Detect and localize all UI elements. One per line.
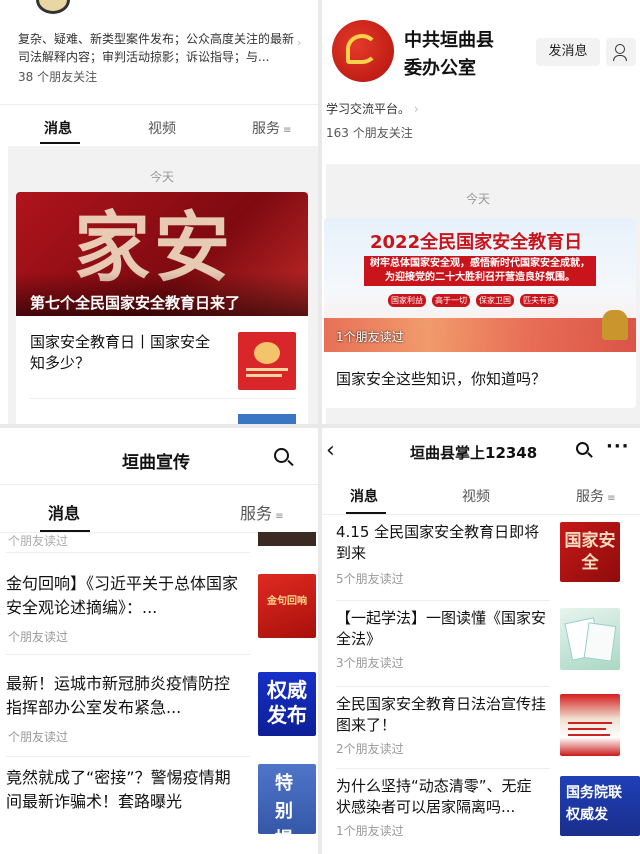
banner-image[interactable]: 家安 第七个全民国家安全教育日来了 <box>16 192 308 316</box>
emblem-icon <box>346 34 378 64</box>
poster-tags: 国家利益 高于一切 保家卫国 匹夫有责 <box>388 294 558 307</box>
menu-icon: ≡ <box>272 511 284 522</box>
article-thumbnail[interactable] <box>238 332 296 390</box>
date-label: 今天 <box>466 192 491 206</box>
next-thumbnail[interactable] <box>238 414 296 424</box>
list-item[interactable]: 全民国家安全教育日法治宣传挂图来了！ 2个朋友读过 <box>322 690 640 774</box>
article-thumbnail[interactable] <box>560 694 620 756</box>
article-thumbnail[interactable]: 国务院联权威发 <box>560 776 640 836</box>
read-count: 1个朋友读过 <box>336 824 404 838</box>
menu-icon: ≡ <box>604 493 616 504</box>
tab-service[interactable]: 服务 ≡ <box>252 118 292 138</box>
article-title[interactable]: 竟然就成了“密接”？警惕疫情期间最新诈骗术！套路曝光 <box>6 766 238 814</box>
article-thumbnail[interactable] <box>560 608 620 670</box>
read-count: 个朋友读过 <box>8 730 69 744</box>
poster-subtitle: 树牢总体国家安全观，感悟新时代国家安全成就，为迎接党的二十大胜利召开营造良好氛围… <box>364 256 596 286</box>
account-name-line2: 委办公室 <box>404 58 476 79</box>
chevron-right-icon[interactable]: › <box>297 36 301 49</box>
panel-court-account: 复杂、疑难、新类型案件发布；公众高度关注的最新司法解释内容；审判活动掠影；诉讼指… <box>0 0 318 424</box>
tab-service[interactable]: 服务 ≡ <box>576 486 616 506</box>
date-label: 今天 <box>150 170 175 184</box>
list-item[interactable]: 金句回响】《习近平关于总体国家安全观论述摘编》：... 个朋友读过 金句回响 <box>0 552 318 652</box>
follow-user-button[interactable] <box>606 38 636 66</box>
tab-video[interactable]: 视频 <box>462 486 490 506</box>
partial-read-count: 个朋友读过 <box>8 534 69 548</box>
search-icon[interactable] <box>574 440 594 460</box>
panel-yuanqu-publicity: 垣曲宣传 消息 服务 ≡ 个朋友读过 金句回响】《习近平关于总体国家安全观论述摘… <box>0 428 318 854</box>
follower-count: 163 个朋友关注 <box>326 126 413 140</box>
poster-title: 2022全民国家安全教育日 <box>370 232 583 253</box>
article-card[interactable]: 家安 第七个全民国家安全教育日来了 国家安全教育日丨国家安全知多少？ <box>16 192 308 424</box>
panel-legal-service: ‹ 垣曲县掌上12348 ··· 消息 视频 服务 ≡ 4.15 全民国家安全教… <box>322 428 640 854</box>
partial-thumbnail[interactable] <box>258 532 316 546</box>
page-title: 垣曲宣传 <box>122 453 190 473</box>
chevron-right-icon: › <box>410 102 419 116</box>
tab-service[interactable]: 服务 ≡ <box>240 500 284 524</box>
article-thumbnail[interactable]: 金句回响 <box>258 574 316 638</box>
banner-title: 第七个全民国家安全教育日来了 <box>30 294 241 312</box>
cartoon-icon <box>254 342 280 364</box>
list-item[interactable]: 4.15 全民国家安全教育日即将到来 5个朋友读过 国家安全 <box>322 518 640 598</box>
article-title[interactable]: 金句回响】《习近平关于总体国家安全观论述摘编》：... <box>6 572 238 620</box>
list-item[interactable]: 竟然就成了“密接”？警惕疫情期间最新诈骗术！套路曝光 特别提醒 <box>0 758 318 854</box>
article-title[interactable]: 国家安全教育日丨国家安全知多少？ <box>30 332 216 374</box>
account-avatar[interactable] <box>36 0 70 14</box>
article-title[interactable]: 全民国家安全教育日法治宣传挂图来了！ <box>336 694 546 736</box>
article-thumbnail[interactable]: 权威发布 <box>258 672 316 736</box>
back-arrow-icon[interactable]: ‹ <box>326 438 335 463</box>
menu-icon: ≡ <box>280 125 292 136</box>
tab-video[interactable]: 视频 <box>148 118 176 138</box>
search-icon[interactable] <box>272 446 294 468</box>
tab-messages[interactable]: 消息 <box>44 118 72 138</box>
article-title[interactable]: 【一起学法】一图读懂《国家安全法》 <box>336 608 546 650</box>
article-thumbnail[interactable]: 特别提醒 <box>258 764 316 834</box>
account-name-line1: 中共垣曲县 <box>404 30 494 51</box>
article-title[interactable]: 最新！运城市新冠肺炎疫情防控指挥部办公室发布紧急... <box>6 672 238 720</box>
list-item[interactable]: 最新！运城市新冠肺炎疫情防控指挥部办公室发布紧急... 个朋友读过 权威发布 <box>0 656 318 756</box>
read-count: 个朋友读过 <box>8 630 69 644</box>
active-tab-underline <box>40 142 80 144</box>
more-options-icon[interactable]: ··· <box>606 436 630 457</box>
send-message-button[interactable]: 发消息 <box>536 38 600 66</box>
page-title: 垣曲县掌上12348 <box>410 444 538 462</box>
article-title[interactable]: 国家安全这些知识，你知道吗？ <box>336 368 546 389</box>
tab-messages[interactable]: 消息 <box>350 486 378 506</box>
article-title[interactable]: 4.15 全民国家安全教育日即将到来 <box>336 522 546 564</box>
list-item[interactable]: 【一起学法】一图读懂《国家安全法》 3个朋友读过 <box>322 604 640 688</box>
article-title[interactable]: 为什么坚持“动态清零”、无症状感染者可以居家隔离吗... <box>336 776 546 818</box>
follower-count: 38 个朋友关注 <box>18 70 98 84</box>
party-emblem-avatar[interactable] <box>332 20 394 82</box>
account-description[interactable]: 学习交流平台。 › <box>326 100 419 117</box>
read-count-overlay: 1个朋友读过 <box>336 330 404 344</box>
account-description: 复杂、疑难、新类型案件发布；公众高度关注的最新司法解释内容；审判活动掠影；诉讼指… <box>18 32 295 64</box>
list-item[interactable]: 为什么坚持“动态清零”、无症状感染者可以居家隔离吗... 1个朋友读过 国务院联… <box>322 772 640 854</box>
lion-statue-icon <box>602 310 628 340</box>
article-thumbnail[interactable]: 国家安全 <box>560 522 620 582</box>
panel-county-office: 中共垣曲县 委办公室 发消息 学习交流平台。 › 163 个朋友关注 今天 20… <box>322 0 640 424</box>
user-icon <box>615 44 625 54</box>
article-card[interactable]: 2022全民国家安全教育日 树牢总体国家安全观，感悟新时代国家安全成就，为迎接党… <box>324 218 636 408</box>
tab-messages[interactable]: 消息 <box>48 500 80 524</box>
read-count: 2个朋友读过 <box>336 742 404 756</box>
poster-image[interactable]: 2022全民国家安全教育日 树牢总体国家安全观，感悟新时代国家安全成就，为迎接党… <box>324 218 636 352</box>
read-count: 5个朋友读过 <box>336 572 404 586</box>
read-count: 3个朋友读过 <box>336 656 404 670</box>
